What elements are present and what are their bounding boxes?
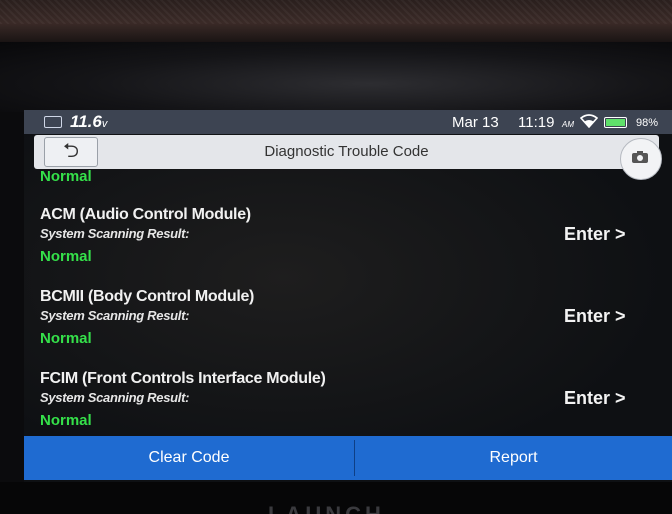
report-button[interactable]: Report (355, 436, 672, 480)
status-ampm: AM (562, 120, 574, 129)
device-bezel (0, 0, 672, 42)
enter-button-acm[interactable]: Enter > (564, 224, 626, 245)
scan-result-value: Normal (40, 330, 92, 347)
module-name: FCIM (Front Controls Interface Module) (40, 370, 326, 387)
wifi-icon (579, 114, 599, 131)
status-bar: 11.6v Mar 13 11:19 AM 98% (24, 110, 672, 134)
previous-module-result: Normal (40, 168, 92, 185)
status-time: 11:19 (518, 114, 555, 131)
module-item-acm: ACM (Audio Control Module) System Scanni… (24, 206, 672, 288)
page-title: Diagnostic Trouble Code (264, 143, 429, 160)
battery-icon (604, 117, 627, 128)
module-item-bcmii: BCMII (Body Control Module) System Scann… (24, 288, 672, 370)
module-list: Normal ACM (Audio Control Module) System… (24, 168, 672, 436)
scan-result-value: Normal (40, 412, 92, 429)
screen-reflection (0, 42, 672, 112)
enter-button-fcim[interactable]: Enter > (564, 388, 626, 409)
vehicle-battery-icon (44, 116, 62, 128)
battery-fill (606, 119, 625, 126)
enter-button-bcmii[interactable]: Enter > (564, 306, 626, 327)
scan-result-value: Normal (40, 248, 92, 265)
camera-icon (632, 151, 648, 163)
status-date: Mar 13 (452, 114, 499, 131)
module-name: ACM (Audio Control Module) (40, 206, 251, 223)
scan-result-label: System Scanning Result: (40, 390, 190, 405)
device-screen: 11.6v Mar 13 11:19 AM 98% ⮌ Diagnostic T… (24, 110, 672, 482)
module-name: BCMII (Body Control Module) (40, 288, 255, 305)
voltage-reading: 11.6v (70, 112, 108, 131)
action-bar: Clear Code Report (24, 436, 672, 480)
title-bar: ⮌ Diagnostic Trouble Code (34, 135, 659, 169)
device-brand-logo: LAUNCH (268, 502, 438, 514)
scan-result-label: System Scanning Result: (40, 226, 190, 241)
scan-result-label: System Scanning Result: (40, 308, 190, 323)
battery-percent: 98% (636, 117, 659, 129)
clear-code-button[interactable]: Clear Code (24, 436, 354, 480)
